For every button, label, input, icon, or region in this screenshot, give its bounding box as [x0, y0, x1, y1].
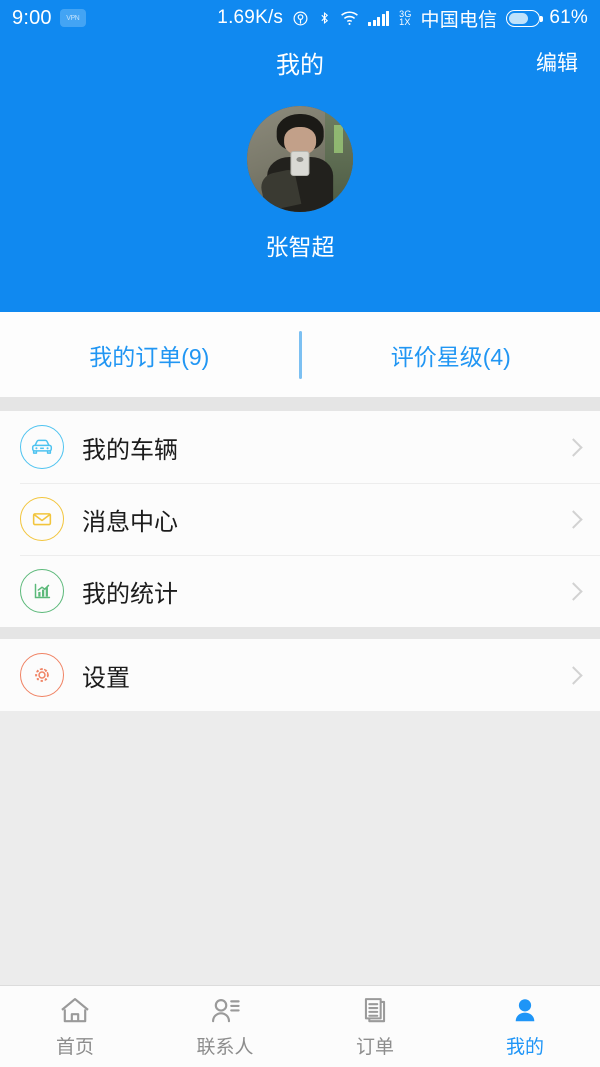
- menu-item-my-statistics[interactable]: 我的统计: [0, 555, 600, 627]
- stats-tabs: 我的订单(9) 评价星级(4): [0, 312, 600, 397]
- nav-home[interactable]: 首页: [0, 986, 150, 1067]
- nav-orders[interactable]: 订单: [300, 986, 450, 1067]
- avatar[interactable]: [247, 106, 353, 212]
- menu-item-my-vehicles[interactable]: 我的车辆: [0, 411, 600, 483]
- nav-label: 首页: [55, 1036, 94, 1058]
- nav-label: 订单: [355, 1036, 394, 1058]
- status-bar: 9:00 VPN 1.69K/s 3G 1X 中国电信 61%: [0, 0, 600, 36]
- menu-item-label: 消息中心: [82, 508, 178, 536]
- battery-percent: 61%: [549, 7, 588, 28]
- edit-button[interactable]: 编辑: [536, 47, 578, 77]
- chevron-right-icon: [564, 665, 583, 685]
- network-type-line2: 1X: [399, 17, 411, 27]
- tab-my-orders[interactable]: 我的订单(9): [0, 338, 299, 372]
- menu-item-label: 我的车辆: [82, 436, 178, 464]
- tab-rating-stars[interactable]: 评价星级(4): [302, 338, 600, 372]
- menu-group-primary: 我的车辆 消息中心 我的统计: [0, 411, 600, 627]
- profile-header: 我的 编辑 张智超: [0, 36, 600, 312]
- menu-item-settings[interactable]: 设置: [0, 639, 600, 711]
- profile-block: 张智超: [0, 106, 600, 262]
- app-screen: 9:00 VPN 1.69K/s 3G 1X 中国电信 61% 我的 编辑 张智…: [0, 0, 600, 1067]
- menu-item-message-center[interactable]: 消息中心: [0, 483, 600, 555]
- envelope-icon: [20, 497, 64, 541]
- orders-icon: [364, 997, 386, 1022]
- network-speed: 1.69K/s: [217, 7, 284, 28]
- bottom-navigation: 首页 联系人 订单 我的: [0, 985, 600, 1067]
- nav-label: 联系人: [196, 1036, 254, 1058]
- vpn-badge-icon: VPN: [59, 9, 86, 27]
- section-gap-2: [0, 627, 600, 639]
- bar-chart-icon: [20, 569, 64, 613]
- nav-contacts[interactable]: 联系人: [150, 986, 300, 1067]
- car-icon: [20, 425, 64, 469]
- menu-item-label: 我的统计: [82, 580, 178, 608]
- chevron-right-icon: [564, 509, 583, 529]
- gear-icon: [20, 653, 64, 697]
- nav-mine[interactable]: 我的: [450, 986, 600, 1067]
- status-bar-right: 1.69K/s 3G 1X 中国电信 61%: [217, 5, 588, 32]
- contacts-icon: [212, 998, 240, 1022]
- nav-label: 我的: [505, 1036, 544, 1058]
- person-icon: [515, 998, 535, 1021]
- menu-group-settings: 设置: [0, 639, 600, 711]
- home-icon: [61, 997, 89, 1022]
- wifi-icon: [340, 10, 359, 26]
- chevron-right-icon: [564, 581, 583, 601]
- bluetooth-icon: [318, 9, 331, 27]
- status-bar-left: 9:00 VPN: [12, 7, 86, 30]
- location-icon: [292, 10, 309, 27]
- empty-area: [0, 711, 600, 986]
- carrier-name: 中国电信: [420, 9, 498, 31]
- section-gap-1: [0, 397, 600, 411]
- chevron-right-icon: [564, 437, 583, 457]
- page-title: 我的: [276, 51, 324, 79]
- menu-item-label: 设置: [82, 664, 130, 692]
- status-time: 9:00: [12, 6, 52, 29]
- network-type-label: 3G 1X: [399, 10, 411, 27]
- battery-icon: [506, 9, 544, 27]
- signal-icon: [368, 10, 390, 26]
- user-name: 张智超: [265, 234, 335, 260]
- nav-bar: 我的 编辑: [0, 36, 600, 88]
